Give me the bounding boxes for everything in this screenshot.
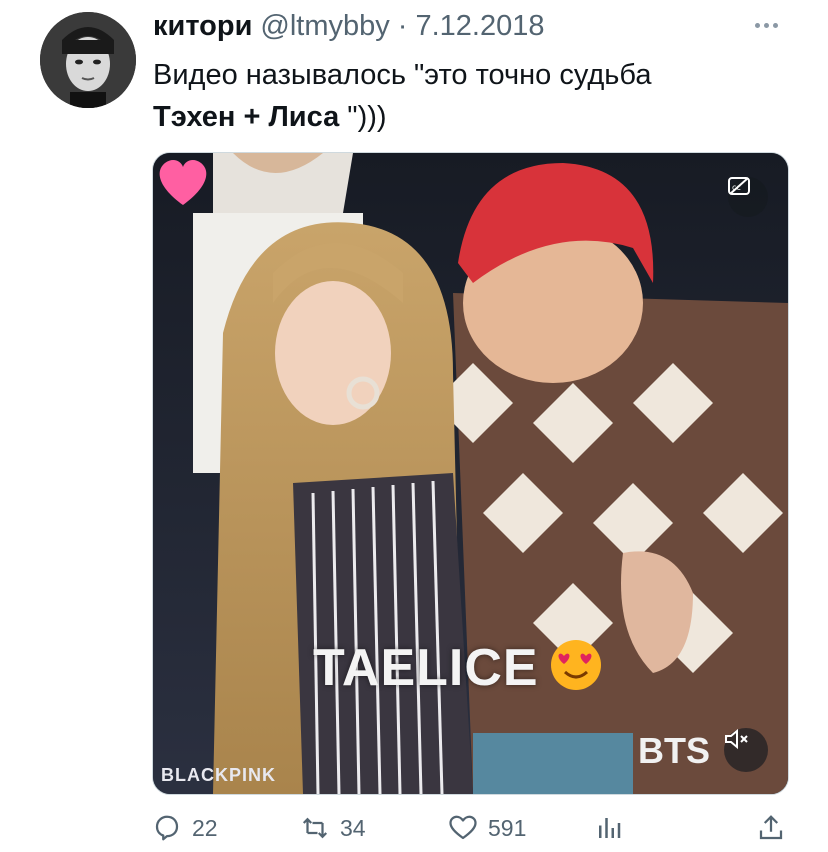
tweet-text-line-1: Видео называлось "это точно судьба [153,59,652,91]
tweet-text-bold: Тэхен + Лиса [153,101,340,133]
like-button[interactable]: 591 [448,808,526,848]
heart-icon [449,815,477,840]
video-player[interactable]: cc TAELICE BLACKPINK BTS [152,152,789,795]
user-handle[interactable]: @ltmybby [260,10,389,43]
pink-heart-emoji-icon [159,160,207,205]
views-button[interactable] [594,808,624,848]
analytics-icon [599,818,621,838]
tweet-text-line-2: Тэхен + Лиса "))) [153,96,773,138]
action-bar: 22 34 591 [148,808,788,848]
watermark-left: BLACKPINK [161,765,276,785]
retweet-count: 34 [340,814,366,841]
mute-icon[interactable] [724,728,768,772]
tweet-text: Видео называлось "это точно судьба Тэхен… [153,54,773,138]
more-options-icon[interactable] [748,10,784,40]
reply-button[interactable]: 22 [152,808,218,848]
retweet-icon [302,817,328,839]
watermark-right: BTS [638,730,710,771]
share-icon [759,815,783,840]
reply-count: 22 [192,814,218,841]
like-count: 591 [488,814,527,841]
tweet-text-rest: "))) [339,101,387,133]
heart-eyes-emoji-icon [551,640,601,690]
tweet-date[interactable]: 7.12.2018 [415,10,544,43]
video-overlay-title: TAELICE [313,639,539,697]
share-button[interactable] [756,808,786,848]
avatar[interactable] [40,12,136,108]
reply-icon [155,815,179,841]
separator-dot: · [397,10,408,42]
captions-icon[interactable]: cc [728,177,768,217]
tweet-header: китори @ltmybby · 7.12.2018 [153,10,768,46]
avatar-image [40,12,136,108]
retweet-button[interactable]: 34 [300,808,366,848]
display-name[interactable]: китори [153,10,252,43]
